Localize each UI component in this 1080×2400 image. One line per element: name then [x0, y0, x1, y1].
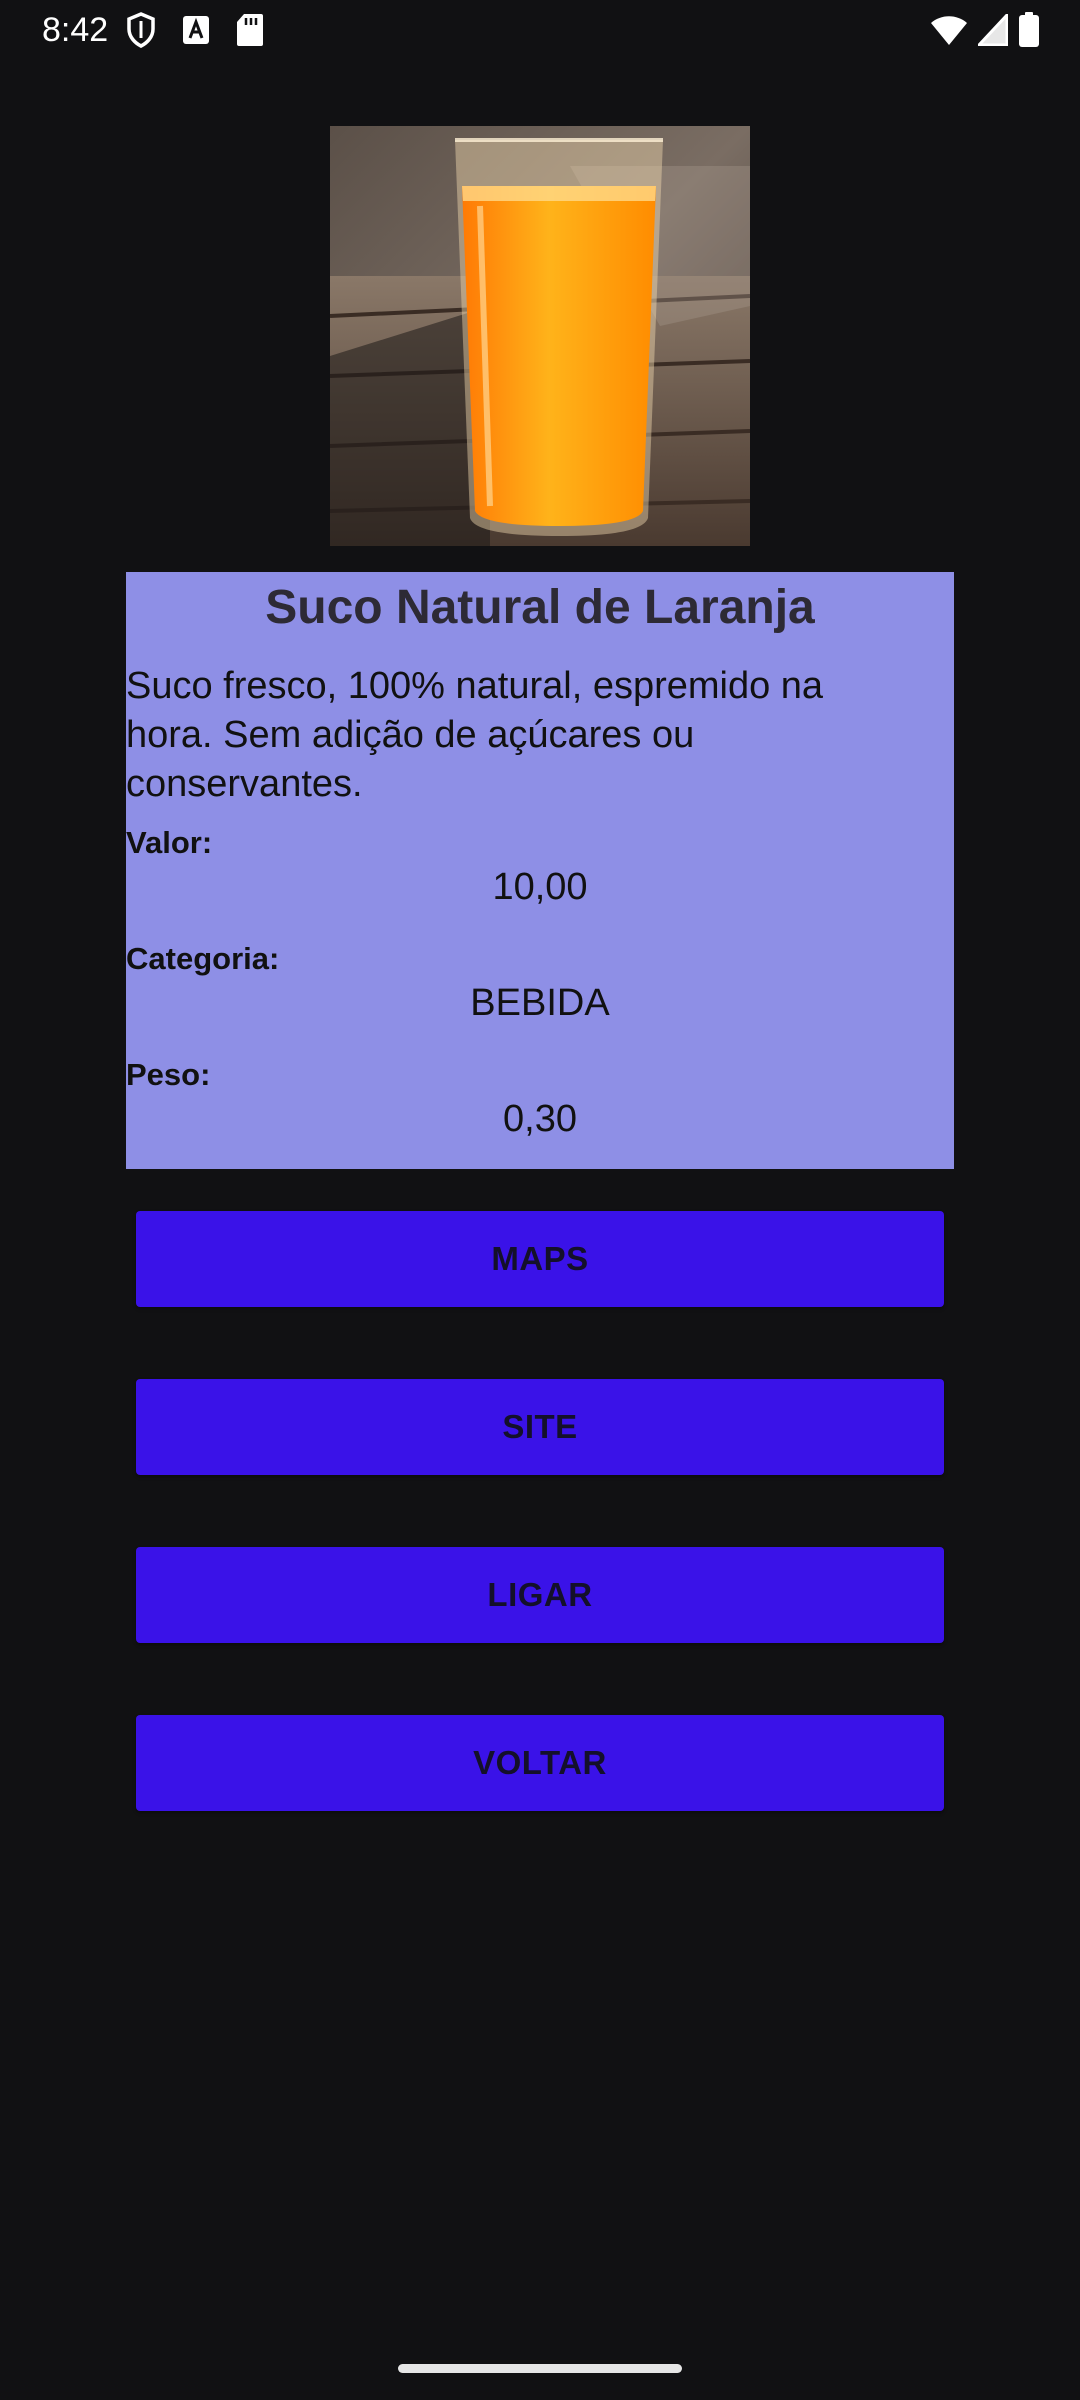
category-label: Categoria:: [126, 941, 280, 976]
status-time: 8:42: [42, 11, 109, 49]
weight-label: Peso:: [126, 1057, 211, 1092]
font-a-icon: [182, 15, 210, 45]
gesture-navigation-handle[interactable]: [398, 2364, 682, 2373]
status-notification-icons: [126, 12, 264, 48]
product-title: Suco Natural de Laranja: [265, 581, 815, 634]
product-detail-screen: 8:42 Suco Natural de Laranja Suco fresco…: [0, 0, 1080, 2400]
weight-text: 0,30: [503, 1098, 577, 1140]
value-text: 10,00: [492, 866, 588, 908]
sd-card-icon: [236, 13, 264, 47]
maps-button[interactable]: MAPS: [136, 1211, 944, 1307]
value-label: Valor:: [126, 825, 213, 860]
signal-icon: [978, 14, 1008, 46]
back-button[interactable]: VOLTAR: [136, 1715, 944, 1811]
status-system-icons: [930, 12, 1040, 48]
status-bar: 8:42: [0, 0, 1080, 62]
wifi-icon: [930, 14, 968, 46]
call-button[interactable]: LIGAR: [136, 1547, 944, 1643]
product-info-card: Suco Natural de Laranja Suco fresco, 100…: [126, 572, 954, 1169]
battery-icon: [1018, 12, 1040, 48]
product-description: Suco fresco, 100% natural, espremido na …: [126, 665, 824, 805]
product-image: [330, 126, 750, 546]
site-button[interactable]: SITE: [136, 1379, 944, 1475]
shield-icon: [126, 12, 156, 48]
category-text: BEBIDA: [470, 982, 610, 1024]
